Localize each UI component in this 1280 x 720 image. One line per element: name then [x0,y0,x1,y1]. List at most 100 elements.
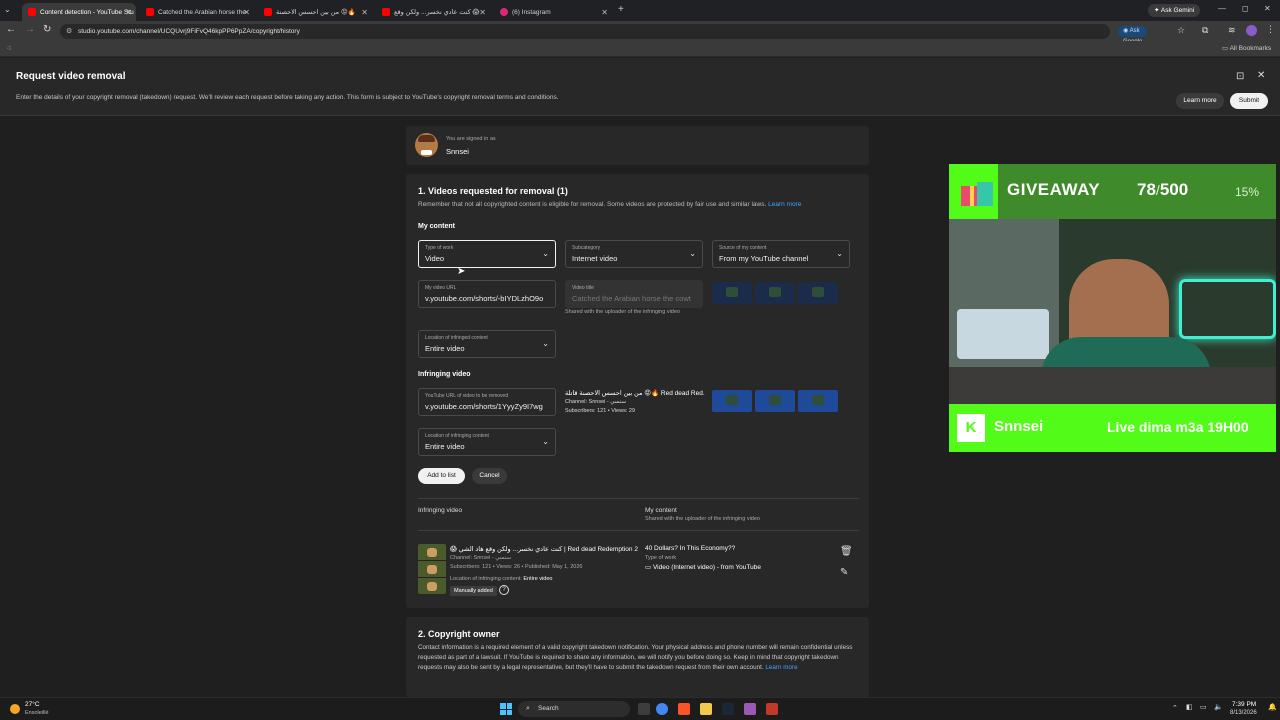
tab-instagram[interactable]: (6) Instagram ✕ [494,3,612,21]
address-bar[interactable]: ⚙ studio.youtube.com/channel/UCQUvrj9FiF… [60,24,1148,45]
weather-temp[interactable]: 27°C [25,701,40,708]
help-icon[interactable]: ? [499,585,509,595]
close-icon[interactable]: ✕ [243,8,250,17]
chrome-icon[interactable] [656,703,668,715]
edit-icon[interactable]: ✎ [840,567,848,578]
learn-more-link[interactable]: Learn more [768,201,801,208]
youtube-icon [28,8,36,16]
instagram-icon [500,8,508,16]
dropdown-value: From my YouTube channel [719,254,809,263]
list-header-my-content: My content [645,507,677,514]
tab-catched[interactable]: Catched the Arabian horse the ✕ [140,3,254,21]
dropdown-value: Entire video [425,344,465,353]
forward-icon[interactable]: → [25,24,35,35]
video-thumbnail [755,282,795,304]
learn-more-button[interactable]: Learn more [1176,93,1224,109]
tab-arabic-2[interactable]: كنت عادي نخسر... ولكن وقع 😱 ✕ [376,3,490,21]
giveaway-percent: 15% [1235,185,1260,199]
tab-search-icon[interactable]: ⌄ [4,5,11,14]
close-icon[interactable]: ✕ [601,8,608,17]
chevron-down-icon: ⌄ [689,249,696,258]
windows-start-icon[interactable] [500,703,512,715]
back-icon[interactable]: ← [6,24,16,35]
app-icon[interactable] [766,703,778,715]
location-infringed-dropdown[interactable]: Location of infringed content Entire vid… [418,330,556,358]
video-thumbnail [712,282,752,304]
apps-icon[interactable]: ⁘ [6,44,13,53]
youtube-icon [264,8,272,16]
clock-time[interactable]: 7:39 PM [1232,701,1256,708]
dropdown-label: Type of work [425,245,454,251]
tab-content-detection[interactable]: Content detection - YouTube Stu ✕ [22,3,136,21]
clock-date: 8/13/2026 [1230,710,1257,716]
submit-button[interactable]: Submit [1230,93,1268,109]
field-value: v.youtube.com/shorts/1YyyZy9I7wg [425,402,543,411]
close-icon[interactable]: ✕ [361,8,368,17]
subcategory-dropdown[interactable]: Subcategory Internet video ⌄ [565,240,703,268]
extensions-icon[interactable]: ⧉ [1202,25,1208,36]
ask-google-button[interactable]: ◉ Ask Google [1118,26,1148,45]
section-title: 2. Copyright owner [418,629,500,639]
type-of-work-dropdown[interactable]: Type of work Video ⌄ [418,240,556,268]
giveaway-count: 78/500 [1137,180,1188,200]
bookmarks-bar: ⁘ ▭ All Bookmarks [0,41,1280,57]
close-window-icon[interactable]: ✕ [1264,4,1271,13]
brave-icon[interactable] [678,703,690,715]
reload-icon[interactable]: ↻ [43,24,51,35]
signed-in-name: Snnsei [446,147,469,156]
file-explorer-icon[interactable] [700,703,712,715]
close-icon[interactable]: ✕ [479,8,486,17]
site-info-icon[interactable]: ⚙ [66,24,72,39]
all-bookmarks[interactable]: ▭ All Bookmarks [1222,44,1271,52]
search-label: Search [538,705,559,712]
profile-avatar[interactable] [1246,25,1257,36]
ask-gemini-button[interactable]: ✦ Ask Gemini [1148,4,1201,17]
infringing-title: من بين احسس الاحصنة قاتلة 😡🔥 Red dead Re… [565,390,705,397]
gift-icon [959,176,995,206]
feedback-icon[interactable]: ⊡ [1236,71,1244,82]
task-view-icon[interactable] [638,703,650,715]
taskbar-search[interactable]: ⌕ Search [518,701,630,717]
discord-icon[interactable] [744,703,756,715]
video-thumbnail [755,390,795,412]
kick-letter: K [965,419,977,436]
count-current: 78 [1137,180,1156,199]
new-tab-button[interactable]: + [618,4,624,15]
volume-icon[interactable]: 🔈 [1214,703,1223,711]
location-infringing-dropdown[interactable]: Location of infringing content Entire vi… [418,428,556,456]
videos-requested-card: 1. Videos requested for removal (1) Reme… [406,174,869,608]
youtube-url-field[interactable]: YouTube URL of video to be removed v.you… [418,388,556,416]
menu-icon[interactable]: ⋮ [1266,24,1275,35]
tray-app-icon[interactable]: ◧ [1186,703,1193,711]
media-icon[interactable]: ≋ [1228,25,1236,36]
source-dropdown[interactable]: Source of my content From my YouTube cha… [712,240,850,268]
stream-overlay: GIVEAWAY 78/500 15% K Snnsei Live dima m… [949,164,1276,452]
chevron-down-icon: ⌄ [836,249,843,258]
video-thumbnail [798,390,838,412]
video-thumbnail [798,282,838,304]
close-dialog-icon[interactable]: ✕ [1257,70,1265,81]
list-header-my-sub: Shared with the uploader of the infringi… [645,516,760,522]
notifications-icon[interactable]: 🔔 [1268,703,1277,711]
steam-icon[interactable] [722,703,734,715]
network-icon[interactable]: ▭ [1200,703,1207,711]
avatar [415,133,438,157]
page-title: Request video removal [16,71,126,82]
learn-more-link[interactable]: Learn more [765,664,797,671]
add-to-list-button[interactable]: Add to list [418,468,465,484]
my-video-url-field[interactable]: My video URL v.youtube.com/shorts/-bIYDL… [418,280,556,308]
tab-arabic-1[interactable]: من بين احسس الاحصنة 😡🔥 ✕ [258,3,372,21]
delete-icon[interactable]: 🗑 [840,546,853,557]
field-value: Catched the Arabian horse the cowt [572,294,691,303]
maximize-icon[interactable]: ◻ [1242,4,1249,13]
streamer-bar: K Snnsei Live dima m3a 19H00 [949,404,1276,452]
row-title[interactable]: 😱 كنت عادي نخسر... ولكن وقع هاد الشي | R… [450,545,640,553]
tray-chevron-icon[interactable]: ⌃ [1172,704,1178,712]
minimize-icon[interactable]: — [1218,4,1226,13]
youtube-icon [382,8,390,16]
bookmark-star-icon[interactable]: ☆ [1177,25,1185,36]
webcam-feed [949,219,1276,404]
row-location: Location of infringing content: Entire v… [450,576,552,582]
cancel-button[interactable]: Cancel [472,468,507,484]
close-icon[interactable]: ✕ [125,8,132,17]
